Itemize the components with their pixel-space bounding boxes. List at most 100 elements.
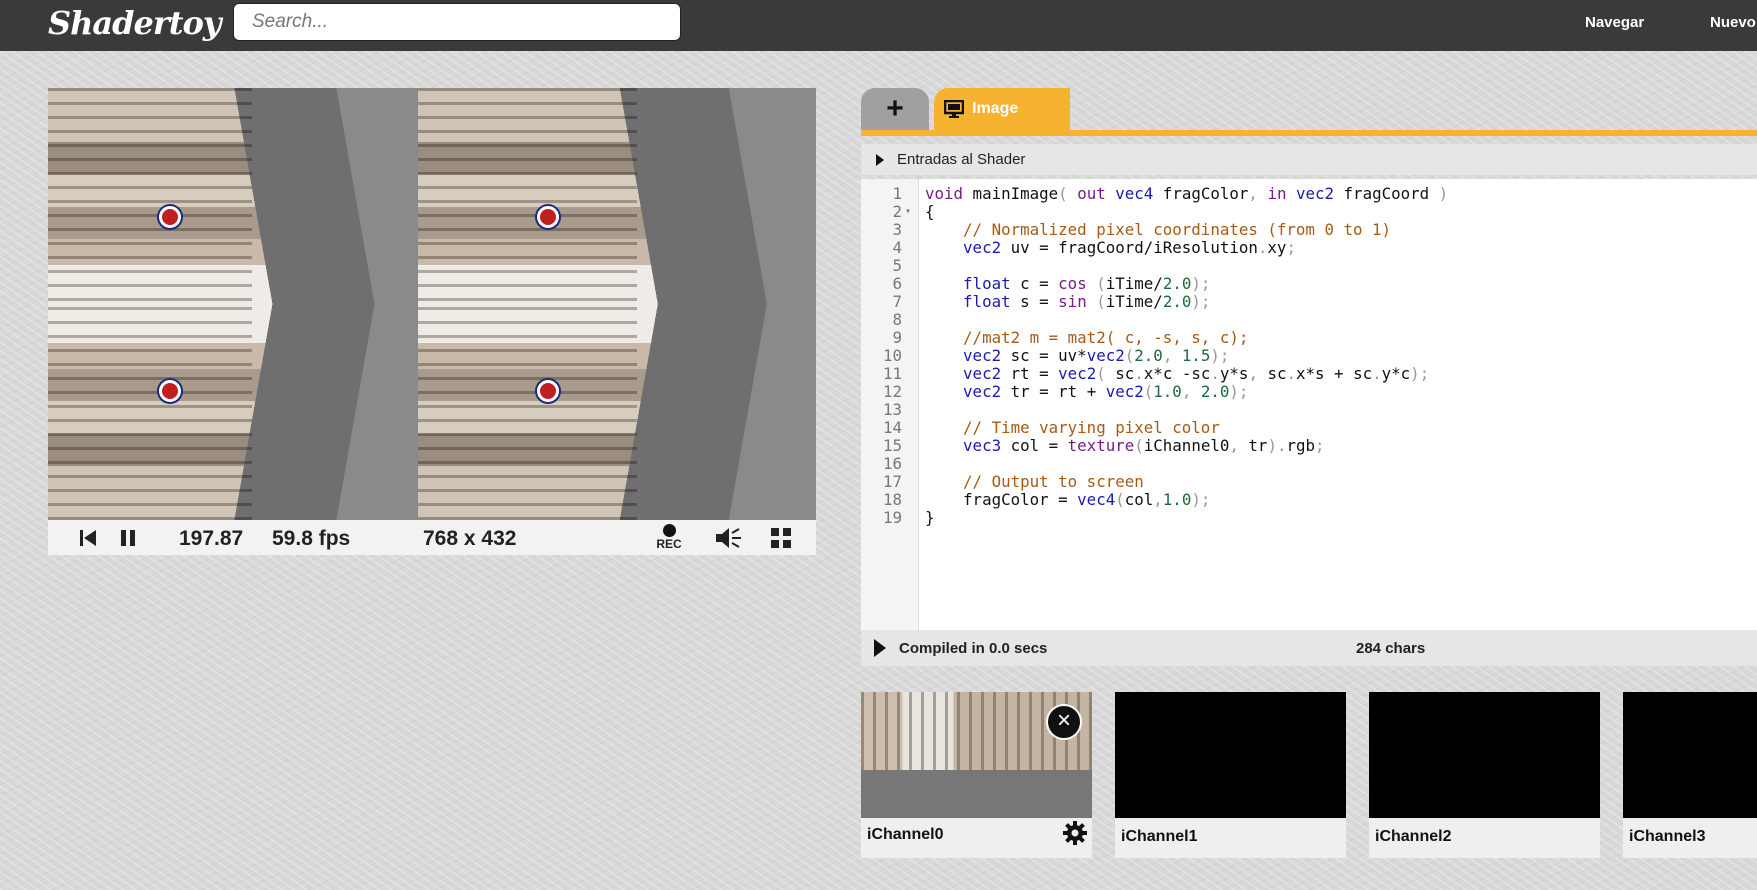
line-number: 14	[882, 418, 902, 437]
channel-3-thumbnail[interactable]	[1623, 692, 1757, 818]
preview-tile	[48, 304, 418, 520]
code-text: vec2 uv = fragCoord/iResolution.xy;	[963, 238, 1296, 257]
volume-button[interactable]	[712, 520, 744, 555]
line-number: 17	[882, 472, 902, 491]
fold-arrow-icon[interactable]: ▾	[905, 203, 911, 221]
code-line[interactable]: 3 // Normalized pixel coordinates (from …	[861, 221, 1757, 239]
line-number: 9	[892, 328, 902, 347]
code-text: // Output to screen	[963, 472, 1144, 491]
search-input[interactable]	[233, 3, 681, 41]
line-number: 10	[882, 346, 902, 365]
code-text: //mat2 m = mat2( c, -s, s, c);	[963, 328, 1249, 347]
close-icon[interactable]: ×	[1046, 704, 1082, 740]
code-line[interactable]: 13	[861, 401, 1757, 419]
record-button[interactable]: REC	[652, 520, 686, 555]
channel-0[interactable]: × iChannel0	[861, 692, 1092, 858]
line-number: 6	[892, 274, 902, 293]
fullscreen-icon	[771, 527, 791, 548]
rewind-icon	[80, 529, 96, 546]
editor-tabs: + Image	[861, 88, 1757, 133]
record-label: REC	[656, 537, 682, 551]
line-number: 15	[882, 436, 902, 455]
compile-button-icon[interactable]	[873, 638, 887, 658]
rewind-button[interactable]	[76, 520, 100, 555]
channel-3[interactable]: iChannel3	[1623, 692, 1757, 858]
add-tab-button[interactable]: +	[861, 88, 929, 130]
code-text: fragColor = vec4(col,1.0);	[925, 490, 1211, 509]
nav-new-link[interactable]: Nuevo	[1710, 14, 1756, 31]
code-text: // Time varying pixel color	[963, 418, 1220, 437]
code-line[interactable]: 10 vec2 sc = uv*vec2(2.0, 1.5);	[861, 347, 1757, 365]
channel-1-thumbnail[interactable]	[1115, 692, 1346, 818]
gear-icon[interactable]	[1062, 820, 1088, 846]
channel-label: iChannel2	[1375, 828, 1452, 845]
resolution-display: 768 x 432	[423, 527, 517, 550]
line-number: 12	[882, 382, 902, 401]
pause-button[interactable]	[116, 520, 140, 555]
code-text: void mainImage( out vec4 fragColor, in v…	[925, 184, 1449, 203]
code-line[interactable]: 14 // Time varying pixel color	[861, 419, 1757, 437]
line-number: 16	[882, 454, 902, 473]
fps-display: 59.8 fps	[272, 527, 351, 550]
preview-tile	[418, 304, 816, 520]
preview-tile	[48, 88, 418, 304]
tab-image[interactable]: Image	[934, 88, 1070, 130]
compile-status: Compiled in 0.0 secs	[899, 640, 1048, 657]
char-count: 284 chars	[1356, 640, 1426, 657]
shader-inputs-toggle[interactable]: Entradas al Shader	[861, 144, 1757, 175]
code-editor[interactable]: 1 void mainImage( out vec4 fragColor, in …	[861, 179, 1757, 630]
code-text: vec3 col = texture(iChannel0, tr).rgb;	[963, 436, 1325, 455]
code-line[interactable]: 1 void mainImage( out vec4 fragColor, in …	[861, 185, 1757, 203]
code-line[interactable]: 9 //mat2 m = mat2( c, -s, s, c);	[861, 329, 1757, 347]
code-line[interactable]: 4 vec2 uv = fragCoord/iResolution.xy;	[861, 239, 1757, 257]
time-display: 197.87	[179, 527, 244, 550]
code-line[interactable]: 7 float s = sin (iTime/2.0);	[861, 293, 1757, 311]
code-text: float c = cos (iTime/2.0);	[963, 274, 1211, 293]
shader-inputs-label: Entradas al Shader	[897, 151, 1026, 168]
channel-label: iChannel1	[1121, 828, 1198, 845]
code-line[interactable]: 19}	[861, 509, 1757, 527]
shadertoy-logo[interactable]: Shadertoy	[48, 4, 221, 42]
line-number: 3	[892, 220, 902, 239]
monitor-icon	[944, 100, 964, 118]
code-line[interactable]: 16	[861, 455, 1757, 473]
line-number: 1	[892, 184, 902, 203]
line-number: 8	[892, 310, 902, 329]
preview-tile	[418, 88, 816, 304]
code-line[interactable]: 15 vec3 col = texture(iChannel0, tr).rgb…	[861, 437, 1757, 455]
code-text: {	[925, 202, 935, 221]
compile-status-bar: Compiled in 0.0 secs 284 chars	[861, 630, 1757, 666]
code-line[interactable]: 18 fragColor = vec4(col,1.0);	[861, 491, 1757, 509]
fullscreen-button[interactable]	[766, 520, 796, 555]
code-text: float s = sin (iTime/2.0);	[963, 292, 1211, 311]
code-text: // Normalized pixel coordinates (from 0 …	[963, 220, 1392, 239]
channel-2[interactable]: iChannel2	[1369, 692, 1600, 858]
line-number: 4	[892, 238, 902, 257]
code-line[interactable]: 11 vec2 rt = vec2( sc.x*c -sc.y*s, sc.x*…	[861, 365, 1757, 383]
channel-1[interactable]: iChannel1	[1115, 692, 1346, 858]
channel-2-thumbnail[interactable]	[1369, 692, 1600, 818]
line-number: 7	[892, 292, 902, 311]
line-number: 2	[892, 202, 902, 221]
player-controls: 197.87 59.8 fps 768 x 432 REC	[48, 520, 816, 555]
tab-underline	[861, 130, 1757, 136]
code-line[interactable]: 6 float c = cos (iTime/2.0);	[861, 275, 1757, 293]
code-line[interactable]: 17 // Output to screen	[861, 473, 1757, 491]
code-text: }	[925, 508, 935, 527]
expand-triangle-icon	[876, 154, 884, 166]
channel-label: iChannel3	[1629, 828, 1706, 845]
code-line[interactable]: 2 ▾ {	[861, 203, 1757, 221]
code-line[interactable]: 12 vec2 tr = rt + vec2(1.0, 2.0);	[861, 383, 1757, 401]
top-bar: Shadertoy Navegar Nuevo	[0, 0, 1757, 51]
code-text: vec2 sc = uv*vec2(2.0, 1.5);	[963, 346, 1230, 365]
shader-preview-canvas[interactable]	[48, 88, 816, 520]
line-number: 5	[892, 256, 902, 275]
code-line[interactable]: 8	[861, 311, 1757, 329]
line-number: 13	[882, 400, 902, 419]
code-content[interactable]: 1 void mainImage( out vec4 fragColor, in …	[861, 185, 1757, 527]
channel-0-thumbnail[interactable]: ×	[861, 692, 1092, 818]
pause-icon	[121, 529, 135, 546]
code-line[interactable]: 5	[861, 257, 1757, 275]
line-number: 18	[882, 490, 902, 509]
nav-browse-link[interactable]: Navegar	[1585, 14, 1644, 31]
